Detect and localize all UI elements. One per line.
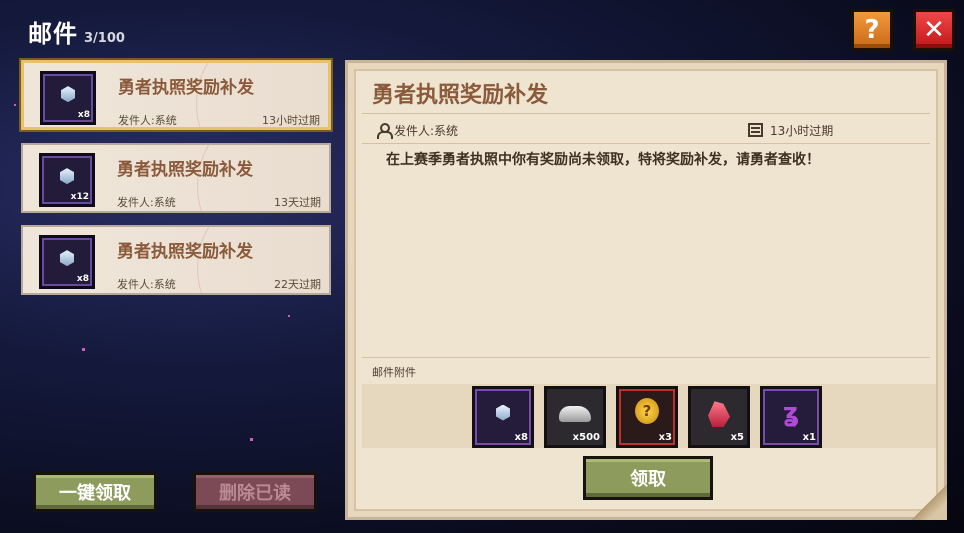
- mail-list-item[interactable]: x8 勇者执照奖励补发 发件人:系统 13小时过期: [21, 60, 331, 130]
- person-icon: [376, 123, 393, 139]
- item-quantity: x8: [514, 432, 528, 443]
- star-decoration: [14, 104, 16, 106]
- gem-shape: [60, 250, 74, 267]
- mail-sender: 发件人:系统: [117, 196, 176, 209]
- page-curl-decoration: [911, 484, 947, 520]
- close-button[interactable]: ✕: [913, 9, 955, 51]
- detail-expire: 13小时过期: [770, 124, 834, 138]
- gem-shape: [61, 86, 75, 103]
- attachment-slot[interactable]: ʓ x1: [760, 386, 822, 448]
- crystal-gem-icon: x12: [39, 153, 95, 207]
- crystal-gem-icon: x8: [40, 71, 96, 125]
- mail-expire: 13天过期: [274, 196, 321, 209]
- item-quantity: x5: [730, 432, 744, 443]
- item-quantity: x8: [77, 110, 90, 120]
- star-decoration: [288, 315, 290, 317]
- mail-count: 3/100: [84, 31, 125, 46]
- gem-shape: [60, 168, 74, 185]
- divider: [362, 113, 930, 114]
- claim-button[interactable]: 领取: [583, 456, 713, 500]
- item-quantity: x12: [70, 192, 89, 202]
- crystal-gem-icon: x8: [39, 235, 95, 289]
- mail-expire: 22天过期: [274, 278, 321, 291]
- item-quantity: x500: [572, 432, 600, 443]
- mail-expire: 13小时过期: [262, 114, 320, 127]
- mail-sender: 发件人:系统: [117, 278, 176, 291]
- star-decoration: [250, 438, 253, 441]
- item-quantity: x1: [802, 432, 816, 443]
- red-crystal-icon: [708, 401, 730, 428]
- mail-list-item[interactable]: x8 勇者执照奖励补发 发件人:系统 22天过期: [21, 225, 331, 295]
- crystal-gem-icon: [496, 404, 510, 421]
- mail-body-text: 在上赛季勇者执照中你有奖励尚未领取，特将奖励补发，请勇者查收！: [386, 152, 820, 168]
- purple-rune-icon: ʓ: [782, 397, 800, 428]
- claim-all-button[interactable]: 一键领取: [33, 472, 157, 512]
- silver-ore-icon: [559, 406, 591, 423]
- divider: [362, 143, 930, 144]
- attachment-slot[interactable]: ? x3: [616, 386, 678, 448]
- close-icon: ✕: [923, 15, 945, 45]
- mail-title: 勇者执照奖励补发: [118, 78, 254, 98]
- attachment-slot[interactable]: x500: [544, 386, 606, 448]
- page-title: 邮件: [28, 20, 78, 48]
- mail-title: 勇者执照奖励补发: [117, 160, 253, 180]
- mail-sender: 发件人:系统: [118, 114, 177, 127]
- attachment-slot[interactable]: x5: [688, 386, 750, 448]
- gold-question-coin-icon: ?: [635, 398, 659, 425]
- item-quantity: x8: [76, 274, 89, 284]
- detail-title: 勇者执照奖励补发: [372, 83, 549, 108]
- question-mark-icon: ?: [864, 15, 880, 45]
- delete-read-button[interactable]: 删除已读: [193, 472, 317, 512]
- item-quantity: x3: [658, 432, 672, 443]
- page-header: 邮件 3/100: [28, 14, 125, 49]
- detail-sender: 发件人:系统: [394, 124, 459, 138]
- attachments-label: 邮件附件: [372, 366, 416, 379]
- mail-detail-panel: 勇者执照奖励补发 发件人:系统 13小时过期 在上赛季勇者执照中你有奖励尚未领取…: [345, 60, 947, 520]
- mail-title: 勇者执照奖励补发: [117, 242, 253, 262]
- attachment-slot[interactable]: x8: [472, 386, 534, 448]
- star-decoration: [82, 348, 85, 351]
- help-button[interactable]: ?: [851, 9, 893, 51]
- divider: [362, 357, 930, 358]
- mail-list-item[interactable]: x12 勇者执照奖励补发 发件人:系统 13天过期: [21, 143, 331, 213]
- calendar-icon: [748, 123, 763, 137]
